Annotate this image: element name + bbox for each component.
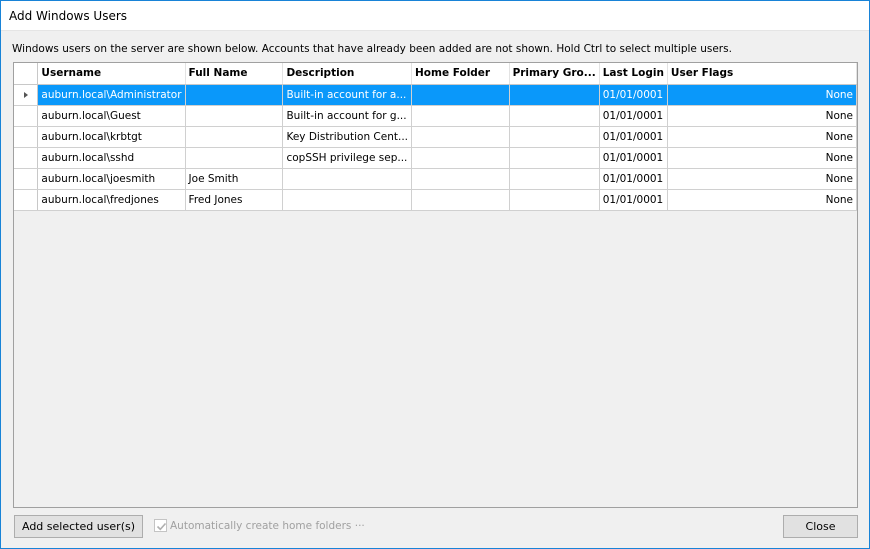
row-header[interactable] (14, 147, 39, 169)
cell-username[interactable]: auburn.local\sshd (37, 147, 186, 169)
users-table: Username Full Name Description Home Fold… (14, 63, 857, 211)
user-row[interactable]: auburn.local\sshd copSSH privilege sep...… (14, 147, 857, 169)
row-header[interactable] (14, 126, 39, 148)
cell-username[interactable]: auburn.local\fredjones (37, 189, 186, 211)
cell-last-login[interactable]: 01/01/0001 (599, 189, 668, 211)
column-header-user-flags[interactable]: User Flags (667, 63, 857, 85)
cell-user-flags[interactable]: None (667, 84, 857, 106)
column-header-full-name[interactable]: Full Name (185, 63, 284, 85)
cell-user-flags[interactable]: None (667, 168, 857, 190)
cell-full-name[interactable]: Joe Smith (185, 168, 284, 190)
cell-description[interactable]: Key Distribution Cent... (282, 126, 413, 148)
close-button[interactable]: Close (783, 515, 858, 538)
cell-primary-group[interactable] (509, 147, 600, 169)
cell-last-login[interactable]: 01/01/0001 (599, 105, 668, 127)
user-row[interactable]: auburn.local\fredjones Fred Jones 01/01/00… (14, 189, 857, 211)
add-windows-users-dialog: Add Windows Users Windows users on the s… (0, 0, 870, 549)
window-title: Add Windows Users (9, 9, 128, 23)
column-header-description[interactable]: Description (282, 63, 413, 85)
row-header[interactable] (14, 84, 39, 106)
auto-create-home-folders-option[interactable]: Automatically create home folders ··· (154, 518, 365, 535)
cell-username[interactable]: auburn.local\krbtgt (37, 126, 186, 148)
cell-primary-group[interactable] (509, 189, 600, 211)
row-header-corner (14, 63, 39, 85)
cell-description[interactable] (282, 168, 413, 190)
cell-last-login[interactable]: 01/01/0001 (599, 147, 668, 169)
cell-home-folder[interactable] (411, 168, 510, 190)
cell-primary-group[interactable] (509, 105, 600, 127)
cell-description[interactable]: copSSH privilege sep... (282, 147, 413, 169)
cell-user-flags[interactable]: None (667, 126, 857, 148)
cell-username[interactable]: auburn.local\joesmith (37, 168, 186, 190)
cell-description[interactable] (282, 189, 413, 211)
cell-primary-group[interactable] (509, 168, 600, 190)
row-header[interactable] (14, 189, 39, 211)
cell-home-folder[interactable] (411, 126, 510, 148)
header-row: Username Full Name Description Home Fold… (14, 63, 857, 85)
cell-user-flags[interactable]: None (667, 189, 857, 211)
cell-last-login[interactable]: 01/01/0001 (599, 84, 668, 106)
column-header-primary-group[interactable]: Primary Gro... (509, 63, 600, 85)
cell-description[interactable]: Built-in account for g... (282, 105, 413, 127)
column-header-home-folder[interactable]: Home Folder (411, 63, 510, 85)
row-header[interactable] (14, 105, 39, 127)
cell-username[interactable]: auburn.local\Administrator (37, 84, 186, 106)
cell-primary-group[interactable] (509, 84, 600, 106)
cell-full-name[interactable] (185, 84, 284, 106)
cell-user-flags[interactable]: None (667, 105, 857, 127)
column-header-username[interactable]: Username (37, 63, 186, 85)
column-header-last-login[interactable]: Last Login (599, 63, 668, 85)
add-selected-users-button[interactable]: Add selected user(s) (14, 515, 143, 538)
title-bar: Add Windows Users (1, 1, 869, 31)
cell-username[interactable]: auburn.local\Guest (37, 105, 186, 127)
current-row-arrow-icon (23, 91, 28, 98)
cell-full-name[interactable] (185, 147, 284, 169)
cell-full-name[interactable] (185, 105, 284, 127)
cell-home-folder[interactable] (411, 147, 510, 169)
user-row[interactable]: auburn.local\krbtgt Key Distribution Cent… (14, 126, 857, 148)
cell-home-folder[interactable] (411, 189, 510, 211)
cell-last-login[interactable]: 01/01/0001 (599, 168, 668, 190)
instructions-text: Windows users on the server are shown be… (12, 43, 732, 55)
auto-create-home-folders-label: Automatically create home folders ··· (170, 520, 365, 532)
cell-home-folder[interactable] (411, 105, 510, 127)
auto-create-home-folders-checkbox[interactable] (154, 518, 167, 532)
checkmark-icon (156, 522, 167, 530)
cell-full-name[interactable]: Fred Jones (185, 189, 284, 211)
user-row[interactable]: auburn.local\Administrator Built-in accou… (14, 84, 857, 106)
user-row[interactable]: auburn.local\Guest Built-in account for g… (14, 105, 857, 127)
cell-primary-group[interactable] (509, 126, 600, 148)
users-grid[interactable]: Username Full Name Description Home Fold… (13, 62, 858, 508)
cell-user-flags[interactable]: None (667, 147, 857, 169)
cell-home-folder[interactable] (411, 84, 510, 106)
row-header[interactable] (14, 168, 39, 190)
user-row[interactable]: auburn.local\joesmith Joe Smith 01/01/0001… (14, 168, 857, 190)
cell-description[interactable]: Built-in account for a... (282, 84, 413, 106)
cell-full-name[interactable] (185, 126, 284, 148)
cell-last-login[interactable]: 01/01/0001 (599, 126, 668, 148)
